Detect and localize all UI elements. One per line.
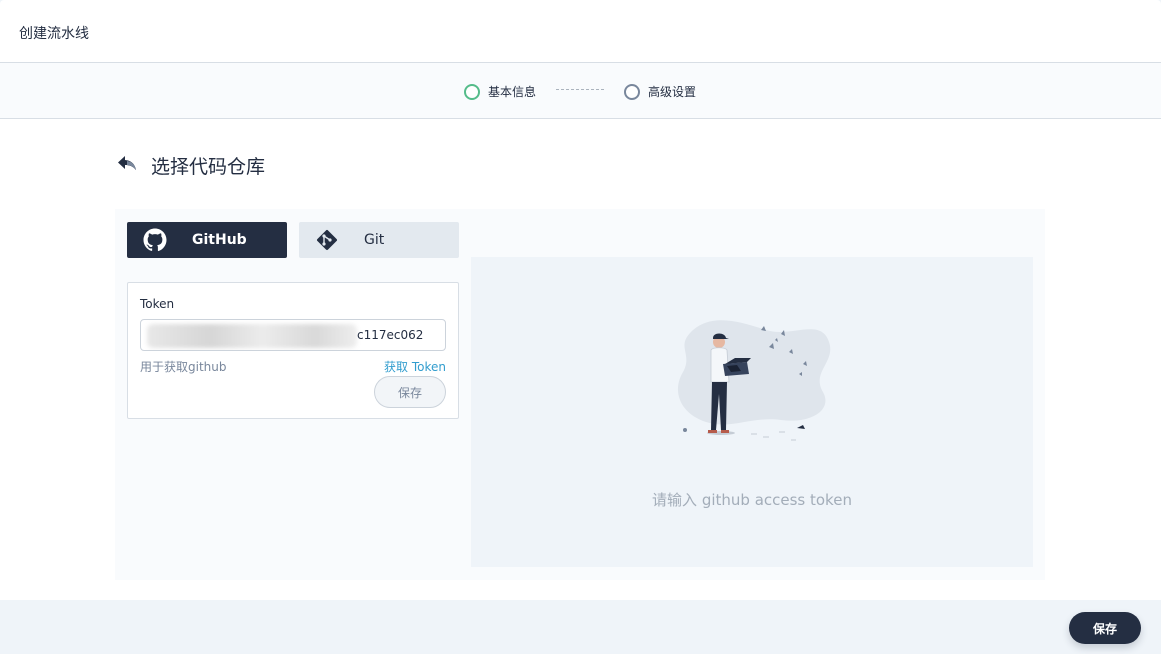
github-icon bbox=[143, 228, 167, 252]
repo-selector-panel: GitHub Git Token c117ec062 用于获取github 获取… bbox=[115, 209, 1045, 580]
modal-header: 创建流水线 bbox=[0, 0, 1161, 63]
token-save-button[interactable]: 保存 bbox=[374, 376, 446, 408]
empty-box-illustration bbox=[677, 320, 831, 441]
tab-github[interactable]: GitHub bbox=[127, 222, 287, 258]
git-icon bbox=[317, 230, 337, 250]
step-active-circle-icon bbox=[464, 83, 480, 100]
token-description: 用于获取github bbox=[140, 360, 227, 374]
token-input[interactable]: c117ec062 bbox=[140, 319, 446, 351]
get-token-link[interactable]: 获取 Token bbox=[384, 358, 446, 375]
modal-title: 创建流水线 bbox=[19, 26, 89, 42]
empty-state: 请输入 github access token bbox=[471, 257, 1033, 567]
tab-git[interactable]: Git bbox=[299, 222, 459, 258]
empty-state-message: 请输入 github access token bbox=[652, 491, 852, 509]
tab-label: GitHub bbox=[192, 232, 247, 248]
create-pipeline-modal: 创建流水线 基本信息 高级设置 选择代码仓库 GitHub Git Token … bbox=[0, 0, 1161, 654]
main-content: 选择代码仓库 GitHub Git Token c117ec062 用于获取gi… bbox=[0, 119, 1161, 600]
step-indicator: 基本信息 高级设置 bbox=[0, 63, 1161, 119]
step-label: 基本信息 bbox=[488, 85, 537, 99]
step-connector bbox=[556, 89, 604, 90]
footer-save-button[interactable]: 保存 bbox=[1069, 612, 1141, 644]
token-redacted-blur bbox=[147, 324, 357, 348]
step-label: 高级设置 bbox=[648, 85, 697, 99]
token-label: Token bbox=[140, 297, 175, 311]
back-arrow-icon[interactable] bbox=[117, 155, 137, 171]
page-title: 选择代码仓库 bbox=[151, 156, 266, 178]
step-pending-circle-icon bbox=[624, 83, 640, 100]
step-advanced-settings: 高级设置 bbox=[624, 83, 696, 100]
tab-label: Git bbox=[364, 232, 385, 248]
token-visible-value: c117ec062 bbox=[357, 328, 424, 342]
token-form-card: Token c117ec062 用于获取github 获取 Token 保存 bbox=[127, 282, 459, 419]
step-basic-info: 基本信息 bbox=[464, 83, 536, 100]
